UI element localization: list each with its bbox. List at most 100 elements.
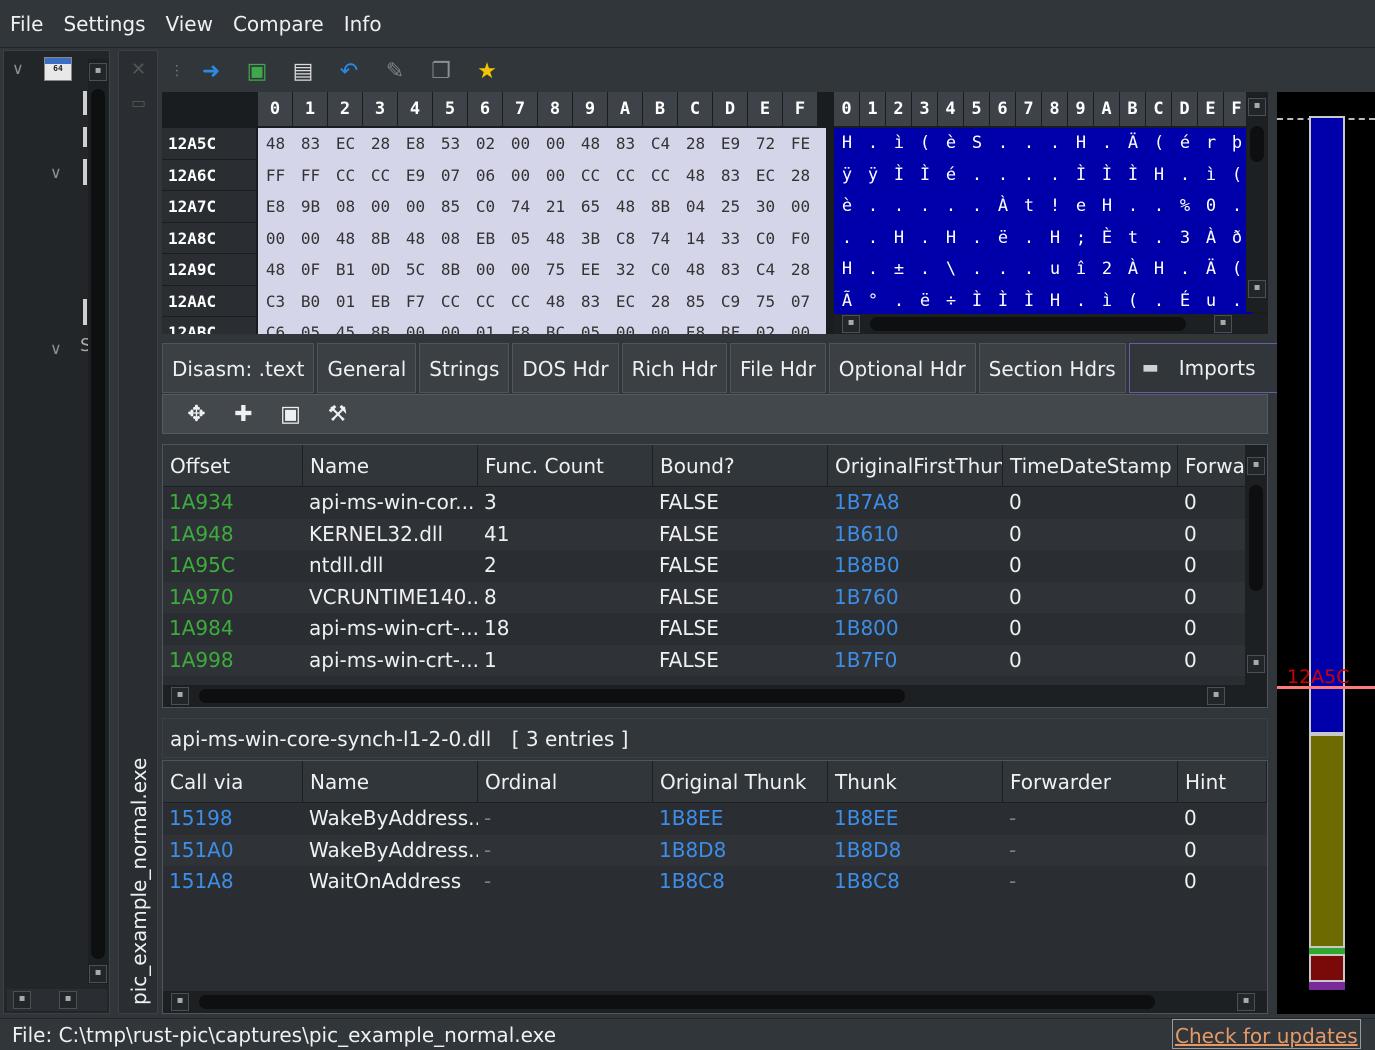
hex-byte[interactable]: FF (258, 160, 293, 192)
tree-node-marker[interactable] (83, 159, 87, 185)
table-cell[interactable]: 0 (1178, 519, 1248, 551)
hex-byte[interactable]: C4 (643, 128, 678, 160)
hex-byte[interactable]: EC (748, 160, 783, 192)
ascii-char[interactable]: H (1146, 254, 1172, 286)
table-cell[interactable]: 2 (478, 550, 653, 582)
ascii-char[interactable]: . (1042, 128, 1068, 160)
table-row[interactable]: 15198 WakeByAddress... -1B8EE 1B8EE -0 (163, 803, 1267, 835)
ascii-char[interactable]: Ì (1068, 160, 1094, 192)
ascii-char[interactable]: . (964, 223, 990, 255)
ascii-char[interactable]: r (1198, 128, 1224, 160)
table-row[interactable]: 1A970 VCRUNTIME140... 8 FALSE 1B760 0 0 (163, 581, 1267, 614)
column-header[interactable]: Hint (1178, 761, 1267, 803)
hex-byte[interactable]: C6 (258, 317, 293, 334)
ascii-char[interactable]: Ì (912, 160, 938, 192)
file-tab-vertical[interactable]: ✕ ▭ pic_example_normal.exe (118, 50, 158, 1014)
tab-rich-hdr[interactable]: Rich Hdr (621, 343, 728, 393)
menu-info[interactable]: Info (334, 0, 392, 48)
hex-byte[interactable]: 00 (538, 160, 573, 192)
table-cell[interactable]: - (478, 835, 653, 867)
table-cell[interactable]: 0 (1178, 487, 1248, 519)
scroll-left-button[interactable]: ▪ (171, 687, 189, 705)
chevron-down-icon[interactable]: ∨ (12, 59, 24, 78)
copy-section-icon[interactable]: ❐ (418, 54, 464, 88)
tree-node-marker[interactable] (83, 91, 87, 115)
hex-byte[interactable]: 75 (748, 286, 783, 318)
column-header[interactable]: Original Thunk (653, 761, 828, 803)
table-cell[interactable]: 3 (478, 487, 653, 519)
tab-optional-hdr[interactable]: Optional Hdr (828, 343, 976, 393)
table-cell[interactable]: KERNEL32.dll (303, 519, 478, 551)
table-cell[interactable]: 1A998 (163, 645, 303, 677)
table-cell[interactable]: VCRUNTIME140... (303, 582, 478, 614)
table-cell[interactable]: 0 (1003, 519, 1178, 551)
table-cell[interactable]: 1B8D8 (828, 835, 1003, 867)
table-cell[interactable]: 1B800 (828, 613, 1003, 645)
table-row[interactable]: 1A948 KERNEL32.dll 41 FALSE 1B610 0 0 (163, 518, 1267, 551)
hex-byte[interactable]: 8B (433, 254, 468, 286)
hex-byte[interactable]: 75 (538, 254, 573, 286)
ascii-char[interactable]: . (1146, 223, 1172, 255)
hex-byte[interactable]: 00 (433, 317, 468, 334)
scroll-down-button[interactable]: ▪ (1248, 280, 1266, 298)
table-cell[interactable]: - (1003, 803, 1178, 835)
ascii-char[interactable]: Ã (834, 286, 860, 318)
menu-file[interactable]: File (0, 0, 53, 48)
ascii-char[interactable]: . (912, 254, 938, 286)
table-cell[interactable]: 151A0 (163, 835, 303, 867)
hex-byte[interactable]: 00 (398, 317, 433, 334)
hex-byte[interactable]: 01 (468, 317, 503, 334)
ascii-char[interactable]: . (964, 160, 990, 192)
ascii-char[interactable]: . (1016, 128, 1042, 160)
tab-dos-hdr[interactable]: DOS Hdr (512, 343, 619, 393)
scrollbar-thumb[interactable] (1250, 126, 1264, 162)
hex-byte[interactable]: 02 (748, 317, 783, 334)
menu-compare[interactable]: Compare (223, 0, 334, 48)
hex-byte[interactable]: 74 (643, 223, 678, 255)
ascii-char[interactable]: ÿ (834, 160, 860, 192)
column-header[interactable]: Forwarder (1178, 445, 1248, 487)
scroll-left-button[interactable]: ▪ (171, 993, 189, 1011)
hex-byte[interactable]: CC (433, 286, 468, 318)
ascii-char[interactable]: . (964, 254, 990, 286)
table-cell[interactable]: 1B8D8 (653, 835, 828, 867)
go-to-arrow-icon[interactable]: ➜ (188, 54, 234, 88)
hex-byte[interactable]: 9B (293, 191, 328, 223)
hex-byte[interactable]: C9 (713, 286, 748, 318)
ascii-char[interactable]: ± (886, 254, 912, 286)
hex-byte[interactable]: 08 (328, 191, 363, 223)
ascii-char[interactable]: e (1068, 191, 1094, 223)
hex-byte[interactable]: 06 (468, 160, 503, 192)
hex-byte[interactable]: 28 (363, 128, 398, 160)
table-cell[interactable]: FALSE (653, 519, 828, 551)
hex-byte[interactable]: EC (608, 286, 643, 318)
hex-byte[interactable]: 05 (503, 223, 538, 255)
table-row[interactable]: 1A984 api-ms-win-crt-... 18 FALSE 1B800 0 0 (163, 613, 1267, 645)
hex-byte[interactable]: 00 (293, 223, 328, 255)
ascii-char[interactable]: Ä (1120, 128, 1146, 160)
table-cell[interactable]: 1A948 (163, 519, 303, 551)
tab-file-hdr[interactable]: File Hdr (730, 343, 826, 393)
magic-wand-icon[interactable]: ⚒ (314, 397, 361, 431)
table-cell[interactable]: 0 (1003, 487, 1178, 519)
ascii-char[interactable]: H (1068, 128, 1094, 160)
column-header[interactable]: Offset (163, 445, 303, 487)
table-cell[interactable]: 0 (1178, 835, 1267, 867)
table-cell[interactable]: 0 (1003, 613, 1178, 645)
hex-byte[interactable]: 48 (258, 254, 293, 286)
hex-byte[interactable]: C8 (608, 223, 643, 255)
file-overview-map[interactable]: 12A5C (1277, 92, 1375, 1014)
table-row[interactable]: 1A95C ntdll.dll 2 FALSE 1B8B0 0 0 (163, 550, 1267, 582)
star-icon[interactable]: ★ (464, 54, 510, 88)
table-cell[interactable]: 0 (1003, 645, 1178, 677)
ascii-char[interactable]: . (938, 191, 964, 223)
table-cell[interactable]: 0 (1003, 550, 1178, 582)
ascii-char[interactable]: è (834, 191, 860, 223)
table-cell[interactable]: FALSE (653, 487, 828, 519)
hex-byte[interactable]: 48 (608, 191, 643, 223)
hex-byte[interactable]: 00 (468, 254, 503, 286)
hex-byte[interactable]: FE (783, 128, 818, 160)
hex-row-offset[interactable]: 12A5C (162, 128, 256, 160)
ascii-char[interactable]: . (1146, 191, 1172, 223)
hex-byte[interactable]: B1 (328, 254, 363, 286)
